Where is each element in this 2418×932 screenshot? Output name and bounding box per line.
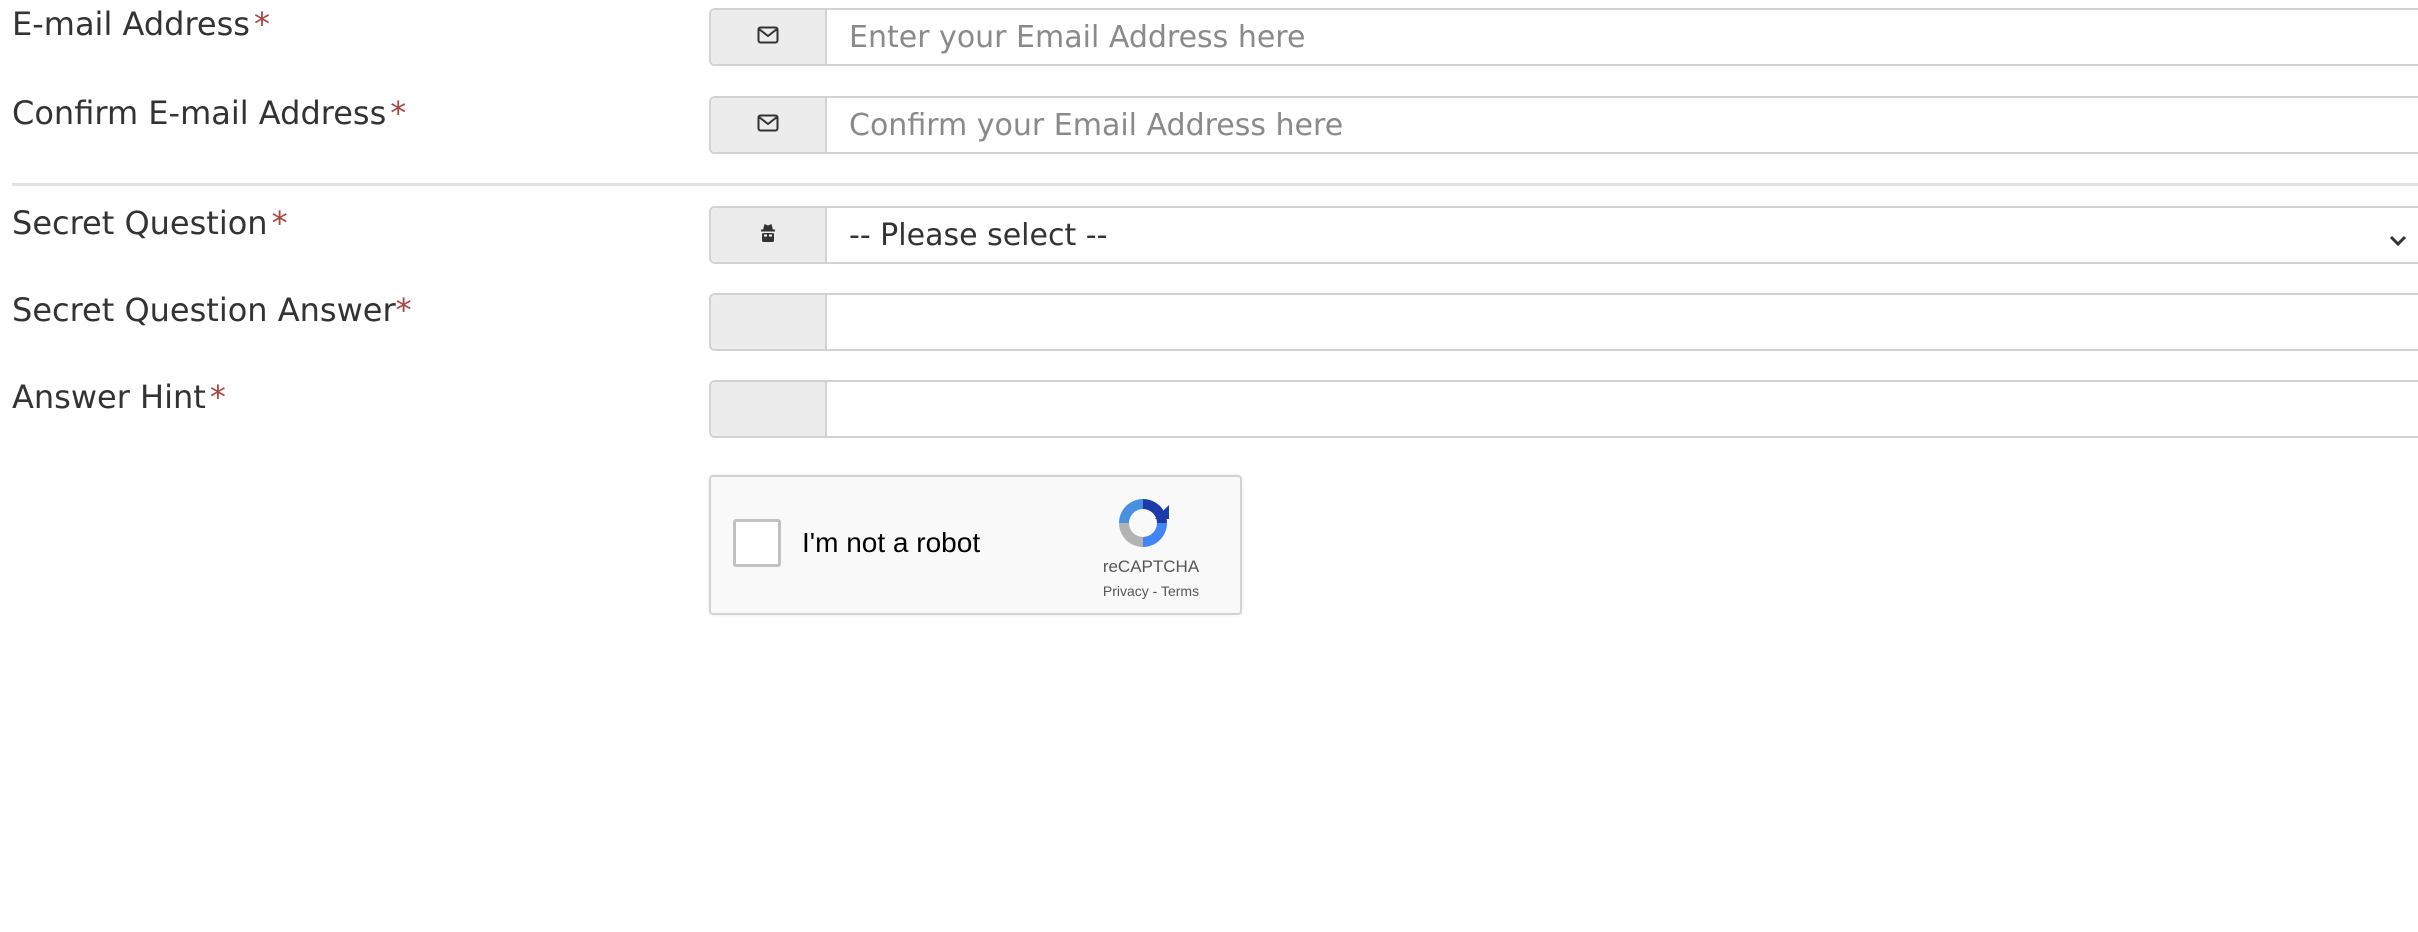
required-marker: * bbox=[253, 5, 270, 43]
secret-question-select[interactable]: -- Please select -- bbox=[827, 208, 2418, 262]
confirm-email-field[interactable] bbox=[827, 98, 2418, 152]
user-secret-icon bbox=[760, 223, 776, 247]
recaptcha-checkbox[interactable] bbox=[733, 519, 781, 567]
answer-hint-input-group bbox=[709, 380, 2418, 438]
secret-answer-addon bbox=[711, 295, 827, 349]
recaptcha-logo-icon bbox=[1113, 495, 1173, 555]
envelope-icon bbox=[757, 114, 779, 136]
answer-hint-addon bbox=[711, 382, 827, 436]
recaptcha-label: I'm not a robot bbox=[802, 527, 981, 558]
confirm-email-label: Confirm E-mail Address * bbox=[12, 94, 407, 132]
answer-hint-label: Answer Hint * bbox=[12, 378, 226, 416]
required-marker: * bbox=[209, 378, 226, 416]
secret-answer-label: Secret Question Answer* bbox=[12, 291, 412, 329]
secret-answer-input-group bbox=[709, 293, 2418, 351]
secret-answer-field[interactable] bbox=[827, 295, 2418, 349]
email-label: E-mail Address * bbox=[12, 5, 270, 43]
recaptcha-privacy-terms-link[interactable]: Privacy - Terms bbox=[1081, 583, 1221, 599]
registration-form: E-mail Address* Confirm E-mail Address* bbox=[0, 0, 2418, 932]
chevron-down-icon bbox=[2387, 224, 2409, 259]
envelope-icon bbox=[757, 26, 779, 48]
secret-question-label: Secret Question * bbox=[12, 204, 288, 242]
required-marker: * bbox=[395, 291, 412, 329]
answer-hint-field[interactable] bbox=[827, 382, 2418, 436]
select-value: -- Please select -- bbox=[849, 217, 1108, 253]
email-addon bbox=[711, 10, 827, 64]
email-field[interactable] bbox=[827, 10, 2418, 64]
required-marker: * bbox=[390, 94, 407, 132]
recaptcha-widget: I'm not a robot reCAPTCHA Privacy - Term… bbox=[709, 475, 1242, 615]
confirm-email-input-group bbox=[709, 96, 2418, 154]
recaptcha-brand: reCAPTCHA bbox=[1102, 557, 1200, 576]
email-input-group bbox=[709, 8, 2418, 66]
secret-question-input-group: -- Please select -- bbox=[709, 206, 2418, 264]
secret-question-addon bbox=[711, 208, 827, 262]
section-divider bbox=[12, 183, 2418, 186]
required-marker: * bbox=[271, 204, 288, 242]
confirm-email-addon bbox=[711, 98, 827, 152]
